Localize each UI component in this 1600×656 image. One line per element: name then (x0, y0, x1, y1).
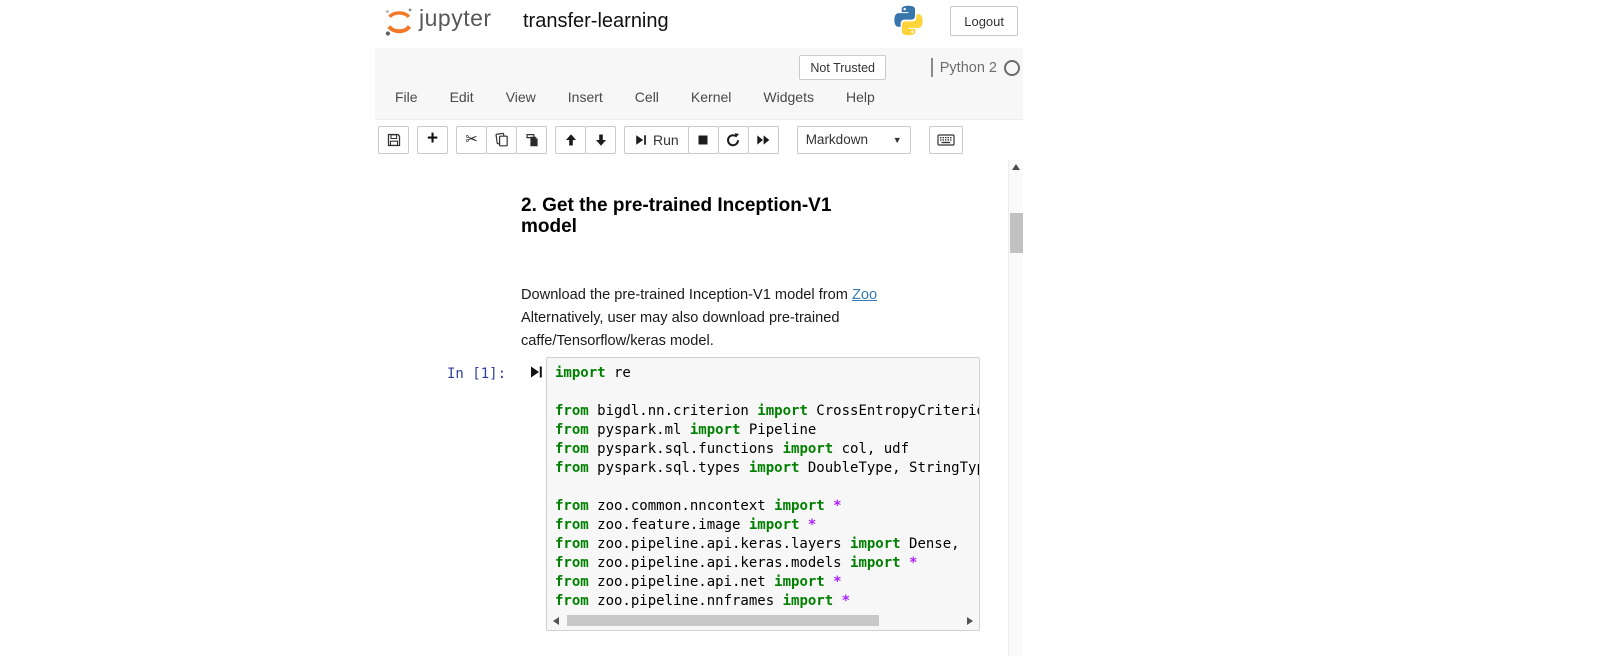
code-line: from zoo.pipeline.api.keras.layers impor… (555, 535, 979, 554)
paste-icon (524, 132, 540, 148)
move-cell-down-button[interactable] (585, 126, 616, 154)
stop-icon (695, 132, 711, 148)
cell-type-value: Markdown (806, 132, 868, 147)
move-cell-up-button[interactable] (555, 126, 586, 154)
code-line: from zoo.pipeline.api.net import * (555, 573, 979, 592)
cell-type-select[interactable]: Markdown ▼ (797, 126, 911, 154)
kernel-indicator: Python 2 (931, 58, 1020, 77)
code-line: from pyspark.sql.types import DoubleType… (555, 459, 979, 478)
restart-kernel-button[interactable] (718, 126, 749, 154)
code-line: from zoo.pipeline.nnframes import * (555, 592, 979, 611)
horizontal-scroll-thumb[interactable] (567, 615, 879, 626)
notebook-container: 2. Get the pre-trained Inception-V1 mode… (375, 158, 1023, 656)
kernel-name: Python 2 (940, 60, 997, 76)
code-line: from zoo.common.nncontext import * (555, 497, 979, 516)
menubar-block: Not Trusted Python 2 File Edit View Insert C… (375, 48, 1023, 120)
floppy-icon (386, 132, 402, 148)
command-palette-button[interactable] (929, 126, 963, 154)
run-button[interactable]: Run (624, 126, 689, 154)
code-line (555, 383, 979, 402)
fast-forward-icon (755, 132, 771, 148)
code-line: from bigdl.nn.criterion import CrossEntr… (555, 402, 979, 421)
cut-cell-button[interactable]: ✂ (456, 126, 487, 154)
menu-item-file[interactable]: File (395, 89, 418, 105)
copy-cell-button[interactable] (486, 126, 517, 154)
code-line: from zoo.pipeline.api.keras.models impor… (555, 554, 979, 573)
paragraph-text: Download the pre-trained Inception-V1 mo… (521, 287, 852, 303)
markdown-heading: 2. Get the pre-trained Inception-V1 mode… (521, 195, 873, 237)
code-line (555, 478, 979, 497)
jupyter-app-window: jupyter transfer-learning Logout Not Tru… (375, 0, 1023, 656)
menu-item-help[interactable]: Help (846, 89, 875, 105)
markdown-paragraph: Download the pre-trained Inception-V1 mo… (521, 284, 921, 353)
chevron-down-icon: ▼ (893, 135, 902, 145)
restart-run-all-button[interactable] (748, 126, 779, 154)
jupyter-logo-icon (383, 6, 415, 38)
notebook-title[interactable]: transfer-learning (523, 10, 669, 33)
kernel-idle-circle-icon (1004, 60, 1020, 76)
code-lines: import re from bigdl.nn.criterion import… (547, 358, 979, 611)
trust-status-button[interactable]: Not Trusted (799, 55, 886, 80)
scroll-up-arrow-icon[interactable] (1012, 164, 1020, 170)
restart-icon (725, 132, 741, 148)
run-button-label: Run (653, 132, 679, 148)
arrow-down-icon (593, 132, 609, 148)
menu-bar: File Edit View Insert Cell Kernel Widgets Help (395, 89, 875, 105)
menu-item-edit[interactable]: Edit (450, 89, 474, 105)
code-line: from pyspark.sql.functions import col, u… (555, 440, 979, 459)
arrow-up-icon (563, 132, 579, 148)
kernel-divider (931, 58, 933, 77)
code-line: from pyspark.ml import Pipeline (555, 421, 979, 440)
code-editor[interactable]: import re from bigdl.nn.criterion import… (546, 357, 980, 631)
add-cell-button[interactable]: + (417, 126, 448, 154)
code-line: from zoo.feature.image import * (555, 516, 979, 535)
toolbar: + ✂ Run (378, 122, 1020, 157)
scroll-right-arrow-icon[interactable] (967, 617, 973, 625)
menu-item-insert[interactable]: Insert (568, 89, 603, 105)
zoo-link[interactable]: Zoo (852, 287, 877, 303)
menu-item-cell[interactable]: Cell (635, 89, 659, 105)
keyboard-icon (937, 133, 955, 147)
python-logo-icon (892, 4, 925, 37)
input-prompt: In [1]: (447, 366, 506, 382)
menu-item-kernel[interactable]: Kernel (691, 89, 731, 105)
scroll-left-arrow-icon[interactable] (553, 617, 559, 625)
paste-cell-button[interactable] (516, 126, 547, 154)
code-line: import re (555, 364, 979, 383)
plus-icon: + (427, 129, 438, 148)
header: jupyter transfer-learning Logout (375, 0, 1023, 48)
run-icon (634, 133, 648, 147)
jupyter-logo-text[interactable]: jupyter (419, 5, 492, 32)
vertical-scroll-thumb[interactable] (1010, 213, 1023, 253)
menu-item-view[interactable]: View (506, 89, 536, 105)
code-cell: In [1]: import re from bigdl.nn.criterio… (375, 357, 1023, 632)
menu-item-widgets[interactable]: Widgets (763, 89, 814, 105)
code-horizontal-scrollbar[interactable] (549, 614, 977, 628)
run-cell-icon[interactable] (530, 365, 543, 379)
notebook-vertical-scrollbar[interactable] (1008, 160, 1023, 656)
scissors-icon: ✂ (465, 132, 478, 147)
logout-button[interactable]: Logout (950, 6, 1018, 36)
save-button[interactable] (378, 126, 409, 154)
copy-icon (494, 132, 510, 148)
paragraph-text: Alternatively, user may also download pr… (521, 310, 840, 349)
interrupt-kernel-button[interactable] (688, 126, 719, 154)
